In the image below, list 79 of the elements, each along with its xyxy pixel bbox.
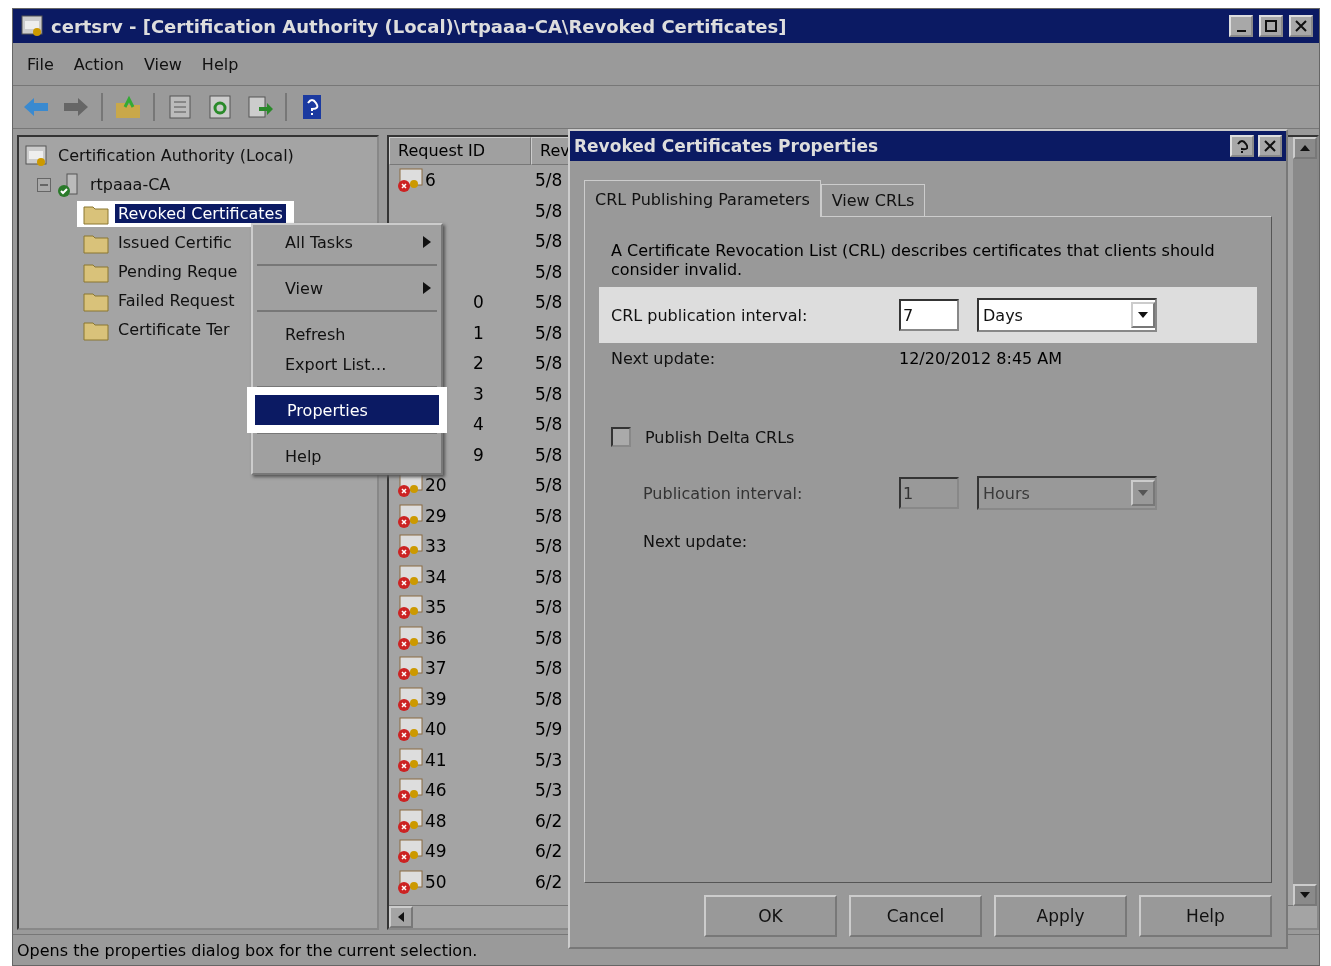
field-label: Next update: xyxy=(643,531,749,551)
table-cell: 4 xyxy=(473,414,484,435)
tab[interactable]: View CRLs xyxy=(820,184,926,217)
table-cell: 6/2 xyxy=(535,810,563,831)
menu-item[interactable]: Action xyxy=(67,52,130,76)
table-cell: 5/8 xyxy=(535,444,563,465)
table-cell: 41 xyxy=(425,749,447,770)
menu-item[interactable]: File xyxy=(21,52,60,76)
table-cell: 34 xyxy=(425,566,447,587)
table-cell: 5/8 xyxy=(535,475,563,496)
table-cell: 39 xyxy=(425,688,447,709)
dialog-button[interactable]: OK xyxy=(704,895,837,937)
table-cell: 5/8 xyxy=(535,261,563,282)
context-menu-item[interactable]: Help xyxy=(253,441,441,471)
table-cell: 5/8 xyxy=(535,658,563,679)
table-cell: 37 xyxy=(425,658,447,679)
table-cell: 48 xyxy=(425,810,447,831)
table-cell: 5/8 xyxy=(535,353,563,374)
context-menu-item[interactable]: View xyxy=(253,273,441,303)
table-cell: 5/8 xyxy=(535,383,563,404)
table-cell: 5/8 xyxy=(535,566,563,587)
column-header[interactable]: Request ID xyxy=(389,137,531,165)
field-label: CRL publication interval: xyxy=(611,305,809,325)
table-cell: 40 xyxy=(425,719,447,740)
table-cell: 6/2 xyxy=(535,871,563,892)
table-cell: 36 xyxy=(425,627,447,648)
table-cell: 0 xyxy=(473,292,484,313)
table-cell: 5/8 xyxy=(535,414,563,435)
tree-item[interactable]: Certification Authority (Local) xyxy=(55,146,297,165)
table-cell: 50 xyxy=(425,871,447,892)
table-cell: 5/8 xyxy=(535,170,563,191)
table-cell: 5/8 xyxy=(535,505,563,526)
table-cell: 1 xyxy=(473,322,484,343)
context-menu-item[interactable]: Export List… xyxy=(253,349,441,379)
table-cell: 33 xyxy=(425,536,447,557)
table-cell: 5/8 xyxy=(535,597,563,618)
table-cell: 5/8 xyxy=(535,231,563,252)
dialog-button[interactable]: Cancel xyxy=(849,895,982,937)
dialog-button[interactable]: Help xyxy=(1139,895,1272,937)
table-cell: 5/8 xyxy=(535,292,563,313)
table-cell: 6/2 xyxy=(535,841,563,862)
status-text: Opens the properties dialog box for the current selection. xyxy=(17,940,478,960)
table-cell: 9 xyxy=(473,444,484,465)
context-menu-item[interactable]: Refresh xyxy=(253,319,441,349)
table-cell: 5/8 xyxy=(535,200,563,221)
tree-item[interactable]: Certificate Ter xyxy=(115,320,233,339)
table-cell: 2 xyxy=(473,353,484,374)
context-menu-item[interactable]: All Tasks xyxy=(253,227,441,257)
tree-item[interactable]: Revoked Certificates xyxy=(115,204,286,223)
table-cell: 49 xyxy=(425,841,447,862)
tree-item[interactable]: Pending Reque xyxy=(115,262,241,281)
table-cell: 35 xyxy=(425,597,447,618)
table-cell: 29 xyxy=(425,505,447,526)
field-label: Next update: xyxy=(611,348,717,368)
table-cell: 46 xyxy=(425,780,447,801)
window-title: certsrv - [Certification Authority (Local)\rtpaaa-CA\Revoked Certificates] xyxy=(51,15,788,37)
tree-item[interactable]: Failed Request xyxy=(115,291,238,310)
table-cell: 5/3 xyxy=(535,749,563,770)
menu-item[interactable]: View xyxy=(137,52,188,76)
table-cell: 3 xyxy=(473,383,484,404)
table-cell: 5/8 xyxy=(535,627,563,648)
table-cell: 5/8 xyxy=(535,322,563,343)
tree-item[interactable]: rtpaaa-CA xyxy=(87,175,174,194)
description-text: A Certificate Revocation List (CRL) describes certificates that clients should consider invalid. xyxy=(611,241,1216,279)
table-cell: 5/9 xyxy=(535,719,563,740)
next-update-value: 12/20/2012 8:45 AM xyxy=(899,348,1063,368)
table-cell: 5/8 xyxy=(535,688,563,709)
tab[interactable]: CRL Publishing Parameters xyxy=(584,180,821,217)
table-cell: 5/3 xyxy=(535,780,563,801)
table-cell: 5/8 xyxy=(535,536,563,557)
table-cell: 20 xyxy=(425,475,447,496)
field-label: Publication interval: xyxy=(643,483,804,503)
tree-item[interactable]: Issued Certific xyxy=(115,233,235,252)
dialog-button[interactable]: Apply xyxy=(994,895,1127,937)
unit-dropdown[interactable]: Days xyxy=(977,298,1157,332)
checkbox-label: Publish Delta CRLs xyxy=(645,427,796,447)
interval-field[interactable]: 7 xyxy=(899,299,959,331)
menu-item[interactable]: Help xyxy=(195,52,245,76)
table-cell: 6 xyxy=(425,170,436,191)
